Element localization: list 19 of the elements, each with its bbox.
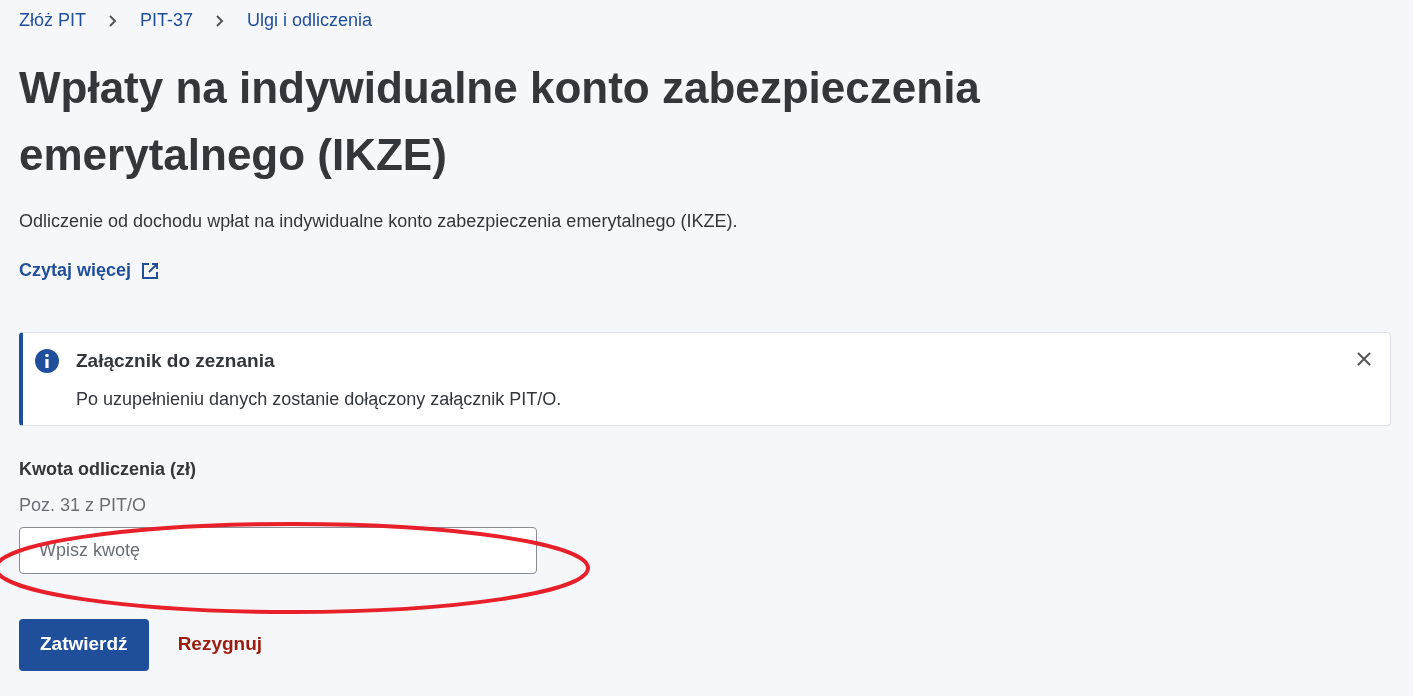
page-title: Wpłaty na indywidualne konto zabezpieczenia emerytalnego (IKZE)	[19, 62, 981, 181]
chevron-right-icon	[215, 13, 226, 28]
breadcrumb-link[interactable]: PIT-37	[140, 7, 194, 34]
breadcrumb-link[interactable]: Ulgi i odliczenia	[247, 7, 373, 34]
cancel-button[interactable]: Rezygnuj	[177, 618, 263, 671]
close-button[interactable]	[1356, 351, 1372, 367]
description-text: Odliczenie od dochodu wpłat na indywidualne konto zabezpieczenia emerytalnego (IKZE).	[19, 210, 739, 233]
amount-input-field[interactable]: Wpisz kwotę	[19, 526, 537, 574]
field-label: Kwota odliczenia (zł)	[19, 457, 197, 481]
read-more-link[interactable]: Czytaj więcej	[19, 257, 160, 284]
field-hint: Poz. 31 z PIT/O	[19, 493, 147, 517]
chevron-right-icon	[108, 13, 118, 28]
alert-message: Po uzupełnieniu danych zostanie dołączony załącznik PIT/O.	[76, 387, 563, 411]
close-icon	[1356, 351, 1372, 367]
external-link-icon	[141, 261, 160, 280]
alert-title: Załącznik do zeznania	[76, 349, 276, 373]
info-icon	[35, 349, 59, 373]
confirm-button[interactable]: Zatwierdź	[19, 618, 149, 671]
breadcrumb-link[interactable]: Złóż PIT	[19, 7, 86, 34]
